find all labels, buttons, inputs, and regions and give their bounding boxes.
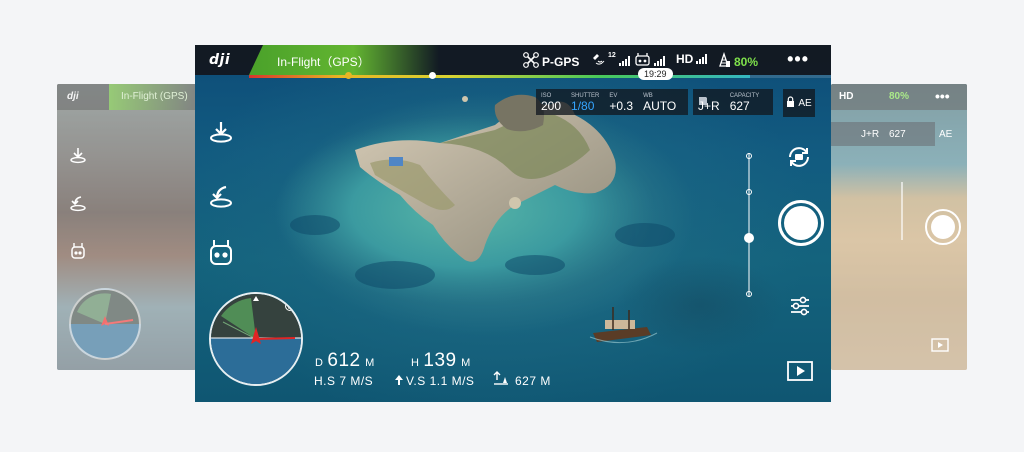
vertical-speed: V.S 1.1 M/S	[406, 374, 475, 388]
playback-button[interactable]	[787, 361, 813, 386]
ae-label: AE	[798, 97, 812, 109]
attitude-radar[interactable]: N	[209, 292, 303, 386]
boat	[589, 307, 658, 344]
iso-setting[interactable]: ISO 200	[536, 89, 566, 115]
hd-label: HD	[676, 52, 694, 66]
preview-screen-right: HD 80% ••• J+R 627 AE	[831, 84, 967, 370]
storage-settings-panel[interactable]: J+R CAPACITY 627	[693, 89, 773, 115]
top-status-bar: dji In-Flight（GPS） P-GPS 12 HD 80% •••	[195, 45, 831, 75]
shutter-setting[interactable]: SHUTTER 1/80	[566, 89, 604, 115]
remote-controller-icon	[208, 239, 234, 272]
camera-switch-icon	[785, 147, 813, 173]
distance-value: 612	[327, 350, 361, 371]
photo-format-value: J+R	[698, 98, 720, 113]
battery-time-fill	[249, 75, 750, 78]
wb-value: AUTO	[643, 98, 677, 113]
rc-signal-icon	[635, 52, 651, 69]
shutter-button[interactable]	[778, 200, 824, 246]
zoom-step-dot	[746, 153, 752, 159]
preview-right-fade	[831, 84, 967, 370]
capacity-setting[interactable]: CAPACITY 627	[725, 89, 765, 115]
home-distance: 627 M	[515, 373, 551, 388]
return-home-icon	[208, 184, 234, 215]
shutter-value: 1/80	[571, 98, 595, 113]
horizontal-speed: H.S 7 M/S	[314, 374, 374, 388]
rc-signal-bars	[654, 55, 665, 66]
distance-unit: M	[365, 357, 375, 369]
vertical-speed-readout: V.S 1.1 M/S	[395, 374, 474, 388]
takeoff-icon	[208, 119, 234, 150]
dji-logo[interactable]: dji	[209, 52, 230, 68]
zoom-step-dot	[746, 291, 752, 297]
distance-label: D	[315, 357, 323, 369]
remote-controller-button[interactable]	[207, 239, 235, 272]
capacity-value: 627	[729, 98, 750, 113]
zoom-slider-knob[interactable]	[744, 233, 754, 243]
more-menu-button[interactable]: •••	[787, 49, 809, 70]
battery-percent: 80%	[734, 54, 759, 69]
gps-mode-label: P-GPS	[542, 54, 580, 69]
satellite-count: 12	[608, 52, 616, 59]
distance-readout: D 612 M	[315, 350, 374, 372]
landing-marker	[345, 72, 352, 79]
settings-sliders-icon	[789, 296, 811, 321]
vertical-arrow-icon	[395, 374, 403, 388]
satellite-indicator[interactable]: 12	[591, 52, 630, 69]
zoom-slider[interactable]	[744, 153, 754, 297]
iso-value: 200	[541, 98, 562, 113]
preview-screen-left: dji In-Flight (GPS)	[57, 84, 196, 370]
battery-time-bar	[249, 72, 831, 79]
photo-format-setting[interactable]: J+R	[693, 89, 725, 115]
main-camera-view: dji In-Flight（GPS） P-GPS 12 HD 80% ••• 1…	[195, 45, 831, 402]
hd-signal-bars	[696, 54, 708, 64]
ev-setting[interactable]: EV +0.3	[604, 89, 638, 115]
flight-status-label[interactable]: In-Flight（GPS）	[277, 53, 370, 70]
playback-icon	[787, 361, 813, 385]
camera-settings-button[interactable]	[789, 295, 811, 322]
home-distance-readout: 627 M	[493, 371, 551, 390]
height-unit: M	[461, 357, 471, 369]
preview-left-fade	[57, 84, 196, 370]
battery-icon	[717, 51, 731, 71]
satellite-icon	[591, 52, 605, 69]
battery-indicator[interactable]: 80%	[717, 51, 759, 71]
exposure-settings-panel[interactable]: ISO 200 SHUTTER 1/80 EV +0.3 WB AUTO	[536, 89, 688, 115]
drone-icon	[523, 52, 539, 71]
shutter-button-inner	[784, 206, 818, 240]
gps-mode-indicator[interactable]: P-GPS	[523, 52, 579, 71]
home-point-icon	[493, 371, 509, 390]
wb-setting[interactable]: WB AUTO	[638, 89, 681, 115]
height-value: 139	[423, 350, 457, 371]
height-readout: H 139 M	[411, 350, 470, 372]
return-home-button[interactable]	[207, 185, 235, 213]
camera-switch-button[interactable]	[785, 145, 813, 174]
remaining-flight-time: 19:29	[638, 68, 673, 80]
ae-lock-button[interactable]: AE	[783, 89, 815, 117]
zoom-step-dot	[746, 189, 752, 195]
takeoff-button[interactable]	[207, 120, 235, 148]
hd-signal-indicator[interactable]: HD	[676, 52, 708, 66]
height-label: H	[411, 357, 419, 369]
rc-signal-indicator[interactable]	[635, 52, 665, 69]
lock-icon	[786, 96, 795, 110]
return-marker	[429, 72, 436, 79]
ev-value: +0.3	[609, 98, 634, 113]
gps-signal-bars	[618, 55, 630, 66]
